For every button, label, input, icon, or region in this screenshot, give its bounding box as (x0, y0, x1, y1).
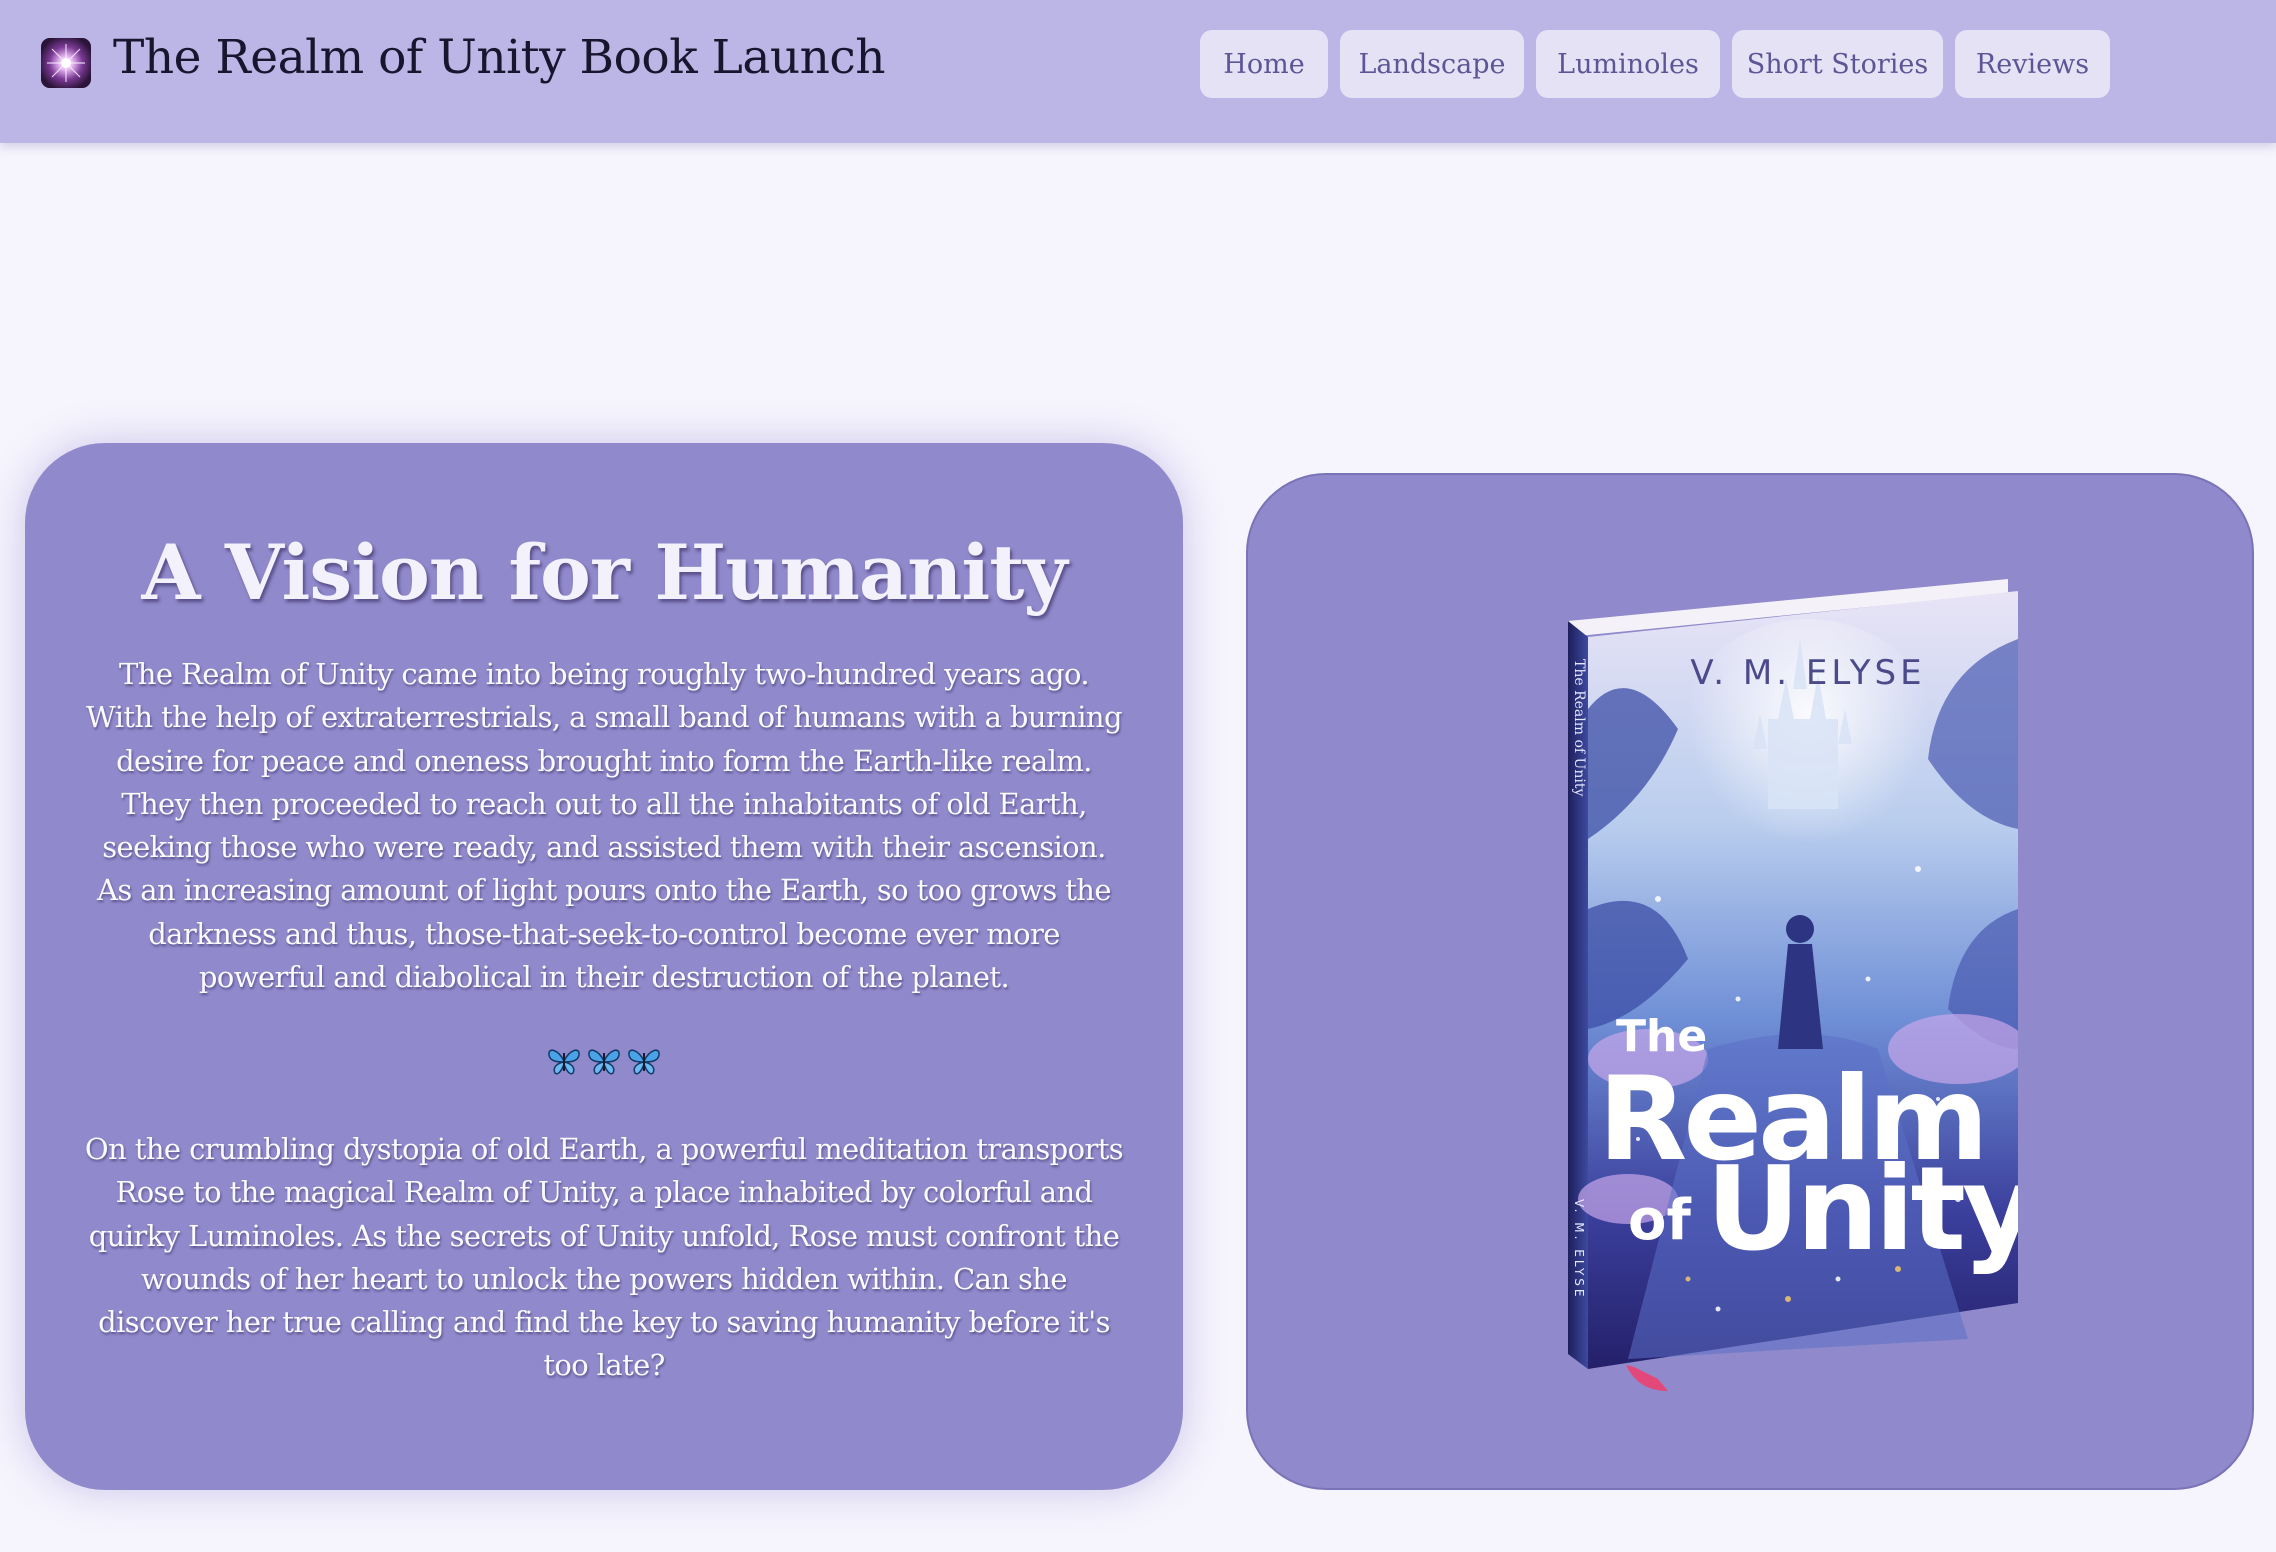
book-author: V. M. ELYSE (1690, 653, 1925, 693)
nav-luminoles-button[interactable]: Luminoles (1536, 30, 1720, 98)
book-title-unity: Unity (1706, 1142, 2018, 1277)
nav-landscape-button[interactable]: Landscape (1340, 30, 1524, 98)
book-cover-image: V. M. ELYSE The Realm of Unity The Realm… (1538, 579, 2018, 1409)
nav-short-stories-button[interactable]: Short Stories (1732, 30, 1943, 98)
nav-reviews-button[interactable]: Reviews (1955, 30, 2110, 98)
book-title-of: of (1628, 1188, 1691, 1253)
sparkle-logo-icon[interactable] (41, 38, 91, 88)
book-card: V. M. ELYSE The Realm of Unity The Realm… (1246, 473, 2254, 1490)
vision-heading: A Vision for Humanity (141, 528, 1068, 617)
vision-card: A Vision for Humanity The Realm of Unity… (25, 443, 1183, 1490)
site-title: The Realm of Unity Book Launch (113, 30, 885, 85)
butterfly-icon (628, 1049, 660, 1075)
vision-paragraph-2: On the crumbling dystopia of old Earth, … (84, 1132, 1124, 1383)
butterfly-icon (588, 1049, 620, 1075)
butterfly-divider (25, 1043, 1183, 1087)
book-spine-title: The Realm of Unity (1571, 659, 1587, 796)
nav-home-button[interactable]: Home (1200, 30, 1328, 98)
butterfly-icon (548, 1049, 580, 1075)
site-header: The Realm of Unity Book Launch Home Land… (0, 0, 2276, 143)
book-spine-author: V. M. ELYSE (1572, 1199, 1586, 1299)
vision-paragraph-1: The Realm of Unity came into being rough… (86, 657, 1123, 995)
